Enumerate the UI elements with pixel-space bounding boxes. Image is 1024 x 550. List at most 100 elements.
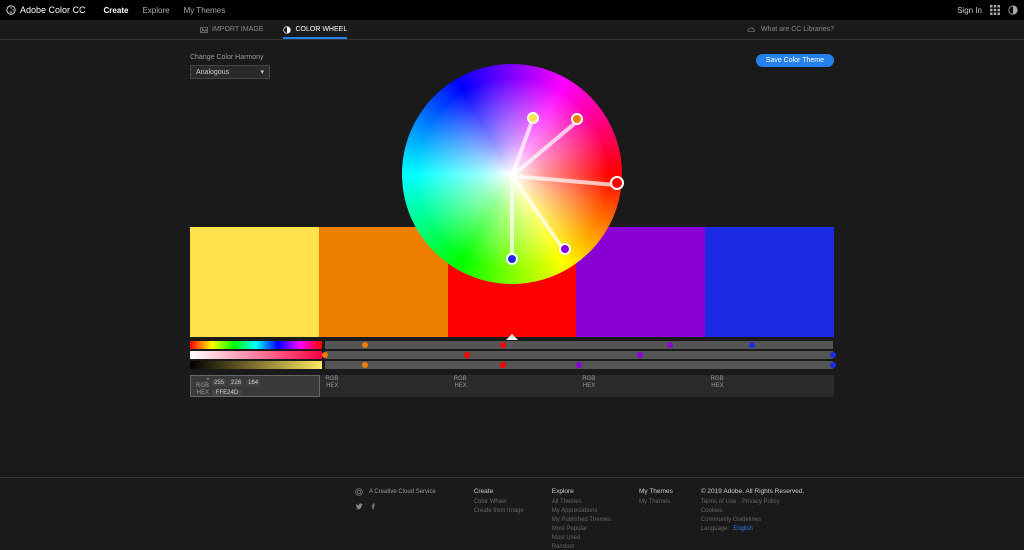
image-icon — [200, 26, 208, 34]
main-area: Change Color Harmony Analogous ▾ Save Co… — [0, 40, 1024, 397]
footer: A Creative Cloud Service Create Color Whe… — [0, 477, 1024, 547]
slider-handle[interactable] — [576, 362, 582, 368]
copyright: © 2019 Adobe. All Rights Reserved. — [701, 488, 804, 495]
tab-import-image[interactable]: IMPORT IMAGE — [200, 26, 263, 34]
logo-text: Adobe Color CC — [20, 5, 86, 15]
contrast-icon — [283, 26, 291, 34]
hex-label: HEX — [324, 383, 338, 389]
tab-wheel-label: COLOR WHEEL — [295, 26, 347, 33]
rgb-r[interactable]: 255 — [212, 380, 226, 386]
top-nav: Adobe Color CC Create Explore My Themes … — [0, 0, 1024, 20]
footer-link[interactable]: My Themes — [639, 499, 673, 505]
value-cell[interactable]: RGBHEX — [577, 375, 705, 397]
slider-handle[interactable] — [362, 362, 368, 368]
brightness-gradient[interactable] — [190, 361, 322, 369]
value-cell[interactable]: RGBHEX — [706, 375, 834, 397]
slider-track[interactable] — [325, 341, 833, 349]
contrast-icon[interactable] — [1008, 5, 1018, 15]
rgb-label: RGB — [324, 376, 338, 382]
wheel-handle[interactable] — [527, 112, 539, 124]
cloud-icon — [747, 26, 755, 34]
rgb-label: RGB — [453, 376, 467, 382]
footer-link[interactable]: My Published Themes — [552, 517, 611, 523]
cc-libraries-label: What are CC Libraries? — [761, 26, 834, 33]
slider-track[interactable] — [325, 351, 833, 359]
rgb-label: RGB — [710, 376, 724, 382]
slider-track[interactable] — [325, 361, 833, 369]
sliders-panel: • RGB255226164HEXFFE24DRGBHEXRGBHEXRGBHE… — [190, 341, 834, 397]
harmony-selected: Analogous — [196, 69, 229, 76]
slider-handle[interactable] — [637, 352, 643, 358]
rgb-b[interactable]: 164 — [246, 380, 260, 386]
hex-label: HEX — [581, 383, 595, 389]
harmony-select[interactable]: Analogous ▾ — [190, 65, 270, 79]
nav-mythemes[interactable]: My Themes — [184, 6, 226, 15]
footer-link[interactable]: Create from Image — [474, 508, 524, 514]
footer-link[interactable]: Most Used — [552, 535, 611, 541]
hex-value[interactable]: FFE24D — [212, 390, 242, 396]
wheel-spoke — [510, 175, 566, 253]
subtabs: IMPORT IMAGE COLOR WHEEL What are CC Lib… — [0, 20, 1024, 40]
language-select[interactable]: English — [733, 526, 753, 532]
footer-link[interactable]: Terms of Use — [701, 499, 736, 505]
slider-handle[interactable] — [322, 352, 328, 358]
color-wheel[interactable] — [402, 64, 622, 284]
slider-handle[interactable] — [464, 352, 470, 358]
rgb-label: • RGB — [195, 377, 209, 389]
twitter-icon[interactable] — [355, 502, 363, 510]
wheel-spoke — [512, 174, 617, 187]
wheel-handle[interactable] — [571, 113, 583, 125]
value-cell[interactable]: • RGB255226164 HEXFFE24D — [190, 375, 320, 397]
footer-link[interactable]: My Appreciations — [552, 508, 611, 514]
value-cell[interactable]: RGBHEX — [320, 375, 448, 397]
logo[interactable]: Adobe Color CC — [6, 5, 86, 15]
footer-link[interactable]: Color Wheel — [474, 499, 524, 505]
wheel-handle[interactable] — [559, 243, 571, 255]
value-cell[interactable]: RGBHEX — [449, 375, 577, 397]
hex-label: HEX — [710, 383, 724, 389]
footer-link[interactable]: Random — [552, 544, 611, 550]
harmony-label: Change Color Harmony — [190, 54, 270, 61]
chevron-down-icon: ▾ — [260, 68, 264, 76]
nav-explore[interactable]: Explore — [142, 6, 169, 15]
footer-link[interactable]: Privacy Policy — [742, 499, 779, 505]
footer-heading: My Themes — [639, 488, 673, 495]
hex-label: HEX — [453, 383, 467, 389]
wheel-handle[interactable] — [506, 253, 518, 265]
creative-cloud-icon — [355, 488, 363, 496]
active-swatch-pointer — [506, 334, 518, 340]
adobe-color-icon — [6, 5, 16, 15]
hue-gradient[interactable] — [190, 341, 322, 349]
rgb-label: RGB — [581, 376, 595, 382]
saturation-gradient[interactable] — [190, 351, 322, 359]
rgb-g[interactable]: 226 — [229, 380, 243, 386]
language-label: Language: — [701, 526, 729, 532]
slider-handle[interactable] — [749, 342, 755, 348]
slider-handle[interactable] — [830, 362, 836, 368]
cc-libraries-link[interactable]: What are CC Libraries? — [747, 26, 834, 34]
swatch[interactable] — [190, 227, 319, 337]
footer-link[interactable]: All Themes — [552, 499, 611, 505]
save-theme-button[interactable]: Save Color Theme — [756, 54, 834, 67]
tab-color-wheel[interactable]: COLOR WHEEL — [283, 26, 347, 39]
wheel-spoke — [510, 176, 514, 261]
service-label: A Creative Cloud Service — [369, 489, 436, 495]
footer-heading: Create — [474, 488, 524, 495]
slider-handle[interactable] — [830, 352, 836, 358]
footer-link[interactable]: Community Guidelines — [701, 517, 804, 523]
nav-create[interactable]: Create — [104, 6, 129, 15]
grid-icon[interactable] — [990, 5, 1000, 15]
slider-handle[interactable] — [500, 342, 506, 348]
facebook-icon[interactable] — [369, 502, 377, 510]
hex-label: HEX — [195, 390, 209, 396]
slider-handle[interactable] — [500, 362, 506, 368]
footer-link[interactable]: Most Popular — [552, 526, 611, 532]
slider-handle[interactable] — [362, 342, 368, 348]
tab-import-label: IMPORT IMAGE — [212, 26, 263, 33]
slider-handle[interactable] — [667, 342, 673, 348]
swatch[interactable] — [705, 227, 834, 337]
footer-link[interactable]: Cookies — [701, 508, 804, 514]
signin-link[interactable]: Sign In — [957, 6, 982, 15]
footer-heading: Explore — [552, 488, 611, 495]
wheel-handle[interactable] — [610, 176, 624, 190]
